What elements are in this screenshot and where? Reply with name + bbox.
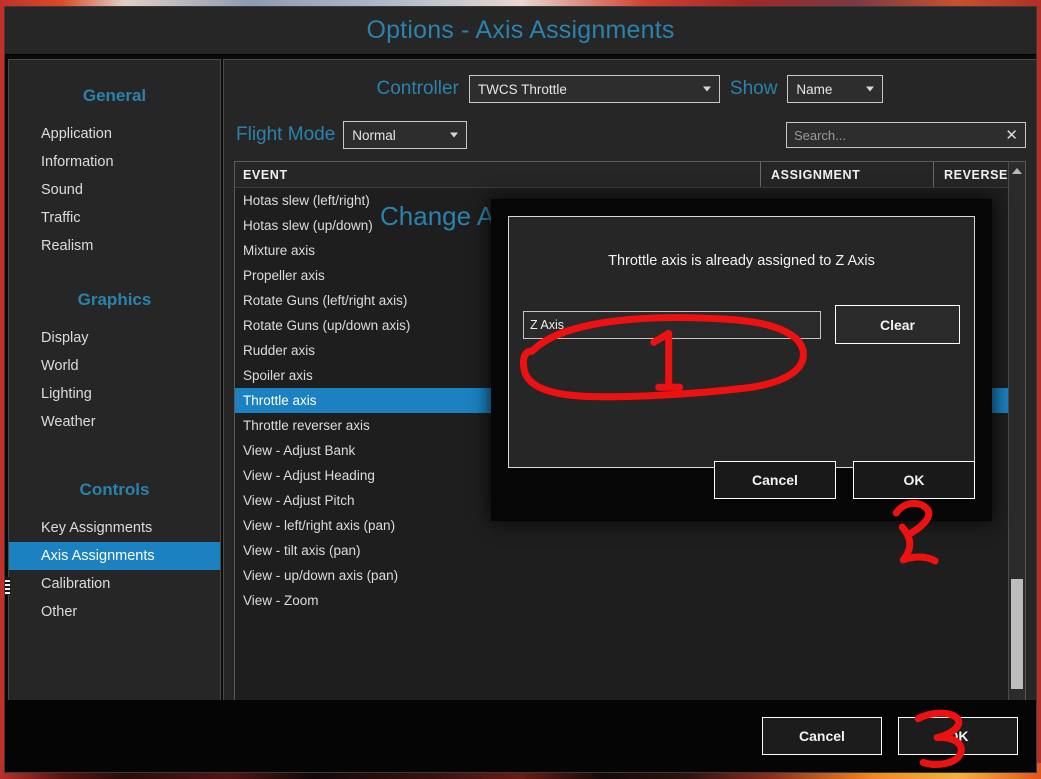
show-select-value: Name [796,82,832,97]
search-box[interactable]: ✕ [786,122,1026,148]
close-x-icon[interactable]: ✕ [1005,128,1018,143]
sidebar-item-world[interactable]: World [9,352,220,380]
table-scrollbar[interactable] [1008,162,1025,711]
controller-row: Controller TWCS Throttle Show Name [224,75,1036,103]
table-header-row: EVENT ASSIGNMENT REVERSE [235,162,1008,188]
controller-label: Controller [377,78,459,100]
row-event-label: Throttle reverser axis [243,418,370,433]
window-footer: Cancel OK [5,700,1036,772]
dialog-cancel-button[interactable]: Cancel [714,461,836,499]
row-event-label: View - up/down axis (pan) [243,568,398,583]
search-input[interactable] [787,128,1025,143]
chevron-down-icon [703,87,711,92]
dialog-field-row: Z Axis Clear [509,305,974,344]
table-row[interactable]: View - tilt axis (pan) [235,538,1008,563]
row-event-label: Hotas slew (left/right) [243,193,370,208]
dialog-content-panel: Throttle axis is already assigned to Z A… [508,216,975,468]
show-label: Show [730,78,778,100]
scroll-up-button[interactable] [1009,162,1025,179]
row-event-label: View - Adjust Heading [243,468,375,483]
row-event-label: Mixture axis [243,243,315,258]
sidebar-item-information[interactable]: Information [9,148,220,176]
options-window: Options - Axis Assignments General Appli… [4,6,1037,773]
dialog-message: Throttle axis is already assigned to Z A… [509,253,974,269]
row-event-label: Rotate Guns (up/down axis) [243,318,410,333]
sidebar-item-key-assignments[interactable]: Key Assignments [9,514,220,542]
sidebar-item-weather[interactable]: Weather [9,408,220,436]
controller-select-value: TWCS Throttle [478,82,567,97]
sidebar-item-other[interactable]: Other [9,598,220,626]
row-event-label: Rudder axis [243,343,315,358]
row-event-label: View - Zoom [243,593,319,608]
flight-mode-label: Flight Mode [236,124,335,146]
sidebar-item-lighting[interactable]: Lighting [9,380,220,408]
sidebar-group-title-general: General [9,86,220,106]
page-title: Options - Axis Assignments [366,16,674,45]
chevron-down-icon [866,87,874,92]
row-event-label: Propeller axis [243,268,325,283]
sidebar-item-display[interactable]: Display [9,324,220,352]
row-event-label: View - Adjust Bank [243,443,355,458]
flight-mode-select[interactable]: Normal [343,121,467,149]
row-event-label: View - tilt axis (pan) [243,543,361,558]
table-row[interactable]: View - up/down axis (pan) [235,563,1008,588]
assignment-input[interactable]: Z Axis [523,311,821,339]
table-row[interactable]: View - Zoom [235,588,1008,613]
flight-mode-row: Flight Mode Normal ✕ [224,121,1036,149]
sidebar-resize-grip[interactable] [4,577,11,595]
flight-mode-select-value: Normal [352,128,396,143]
window-titlebar: Options - Axis Assignments [5,7,1036,55]
row-event-label: Rotate Guns (left/right axis) [243,293,407,308]
footer-ok-button[interactable]: OK [898,717,1018,755]
column-header-event[interactable]: EVENT [235,168,760,182]
dialog-button-row: Cancel OK [714,461,975,499]
change-assignment-dialog: Throttle axis is already assigned to Z A… [491,199,992,521]
triangle-up-icon [1012,168,1022,174]
sidebar-group-title-graphics: Graphics [9,290,220,310]
column-header-reverse[interactable]: REVERSE [933,162,1008,187]
sidebar-item-traffic[interactable]: Traffic [9,204,220,232]
sidebar-item-sound[interactable]: Sound [9,176,220,204]
chevron-down-icon [450,133,458,138]
show-select[interactable]: Name [787,75,883,103]
sidebar-item-realism[interactable]: Realism [9,232,220,260]
column-header-assignment[interactable]: ASSIGNMENT [760,162,933,187]
footer-cancel-button[interactable]: Cancel [762,717,882,755]
sidebar-item-application[interactable]: Application [9,120,220,148]
controller-select[interactable]: TWCS Throttle [469,75,720,103]
scrollbar-thumb[interactable] [1011,579,1023,689]
clear-button[interactable]: Clear [835,305,960,344]
row-event-label: Spoiler axis [243,368,313,383]
sidebar-group-title-controls: Controls [9,480,220,500]
sidebar-item-calibration[interactable]: Calibration [9,570,220,598]
dialog-ok-button[interactable]: OK [853,461,975,499]
row-event-label: View - left/right axis (pan) [243,518,395,533]
row-event-label: Throttle axis [243,393,317,408]
row-event-label: Hotas slew (up/down) [243,218,373,233]
row-event-label: View - Adjust Pitch [243,493,355,508]
sidebar: General Application Information Sound Tr… [8,59,221,769]
sidebar-item-axis-assignments[interactable]: Axis Assignments [9,542,220,570]
